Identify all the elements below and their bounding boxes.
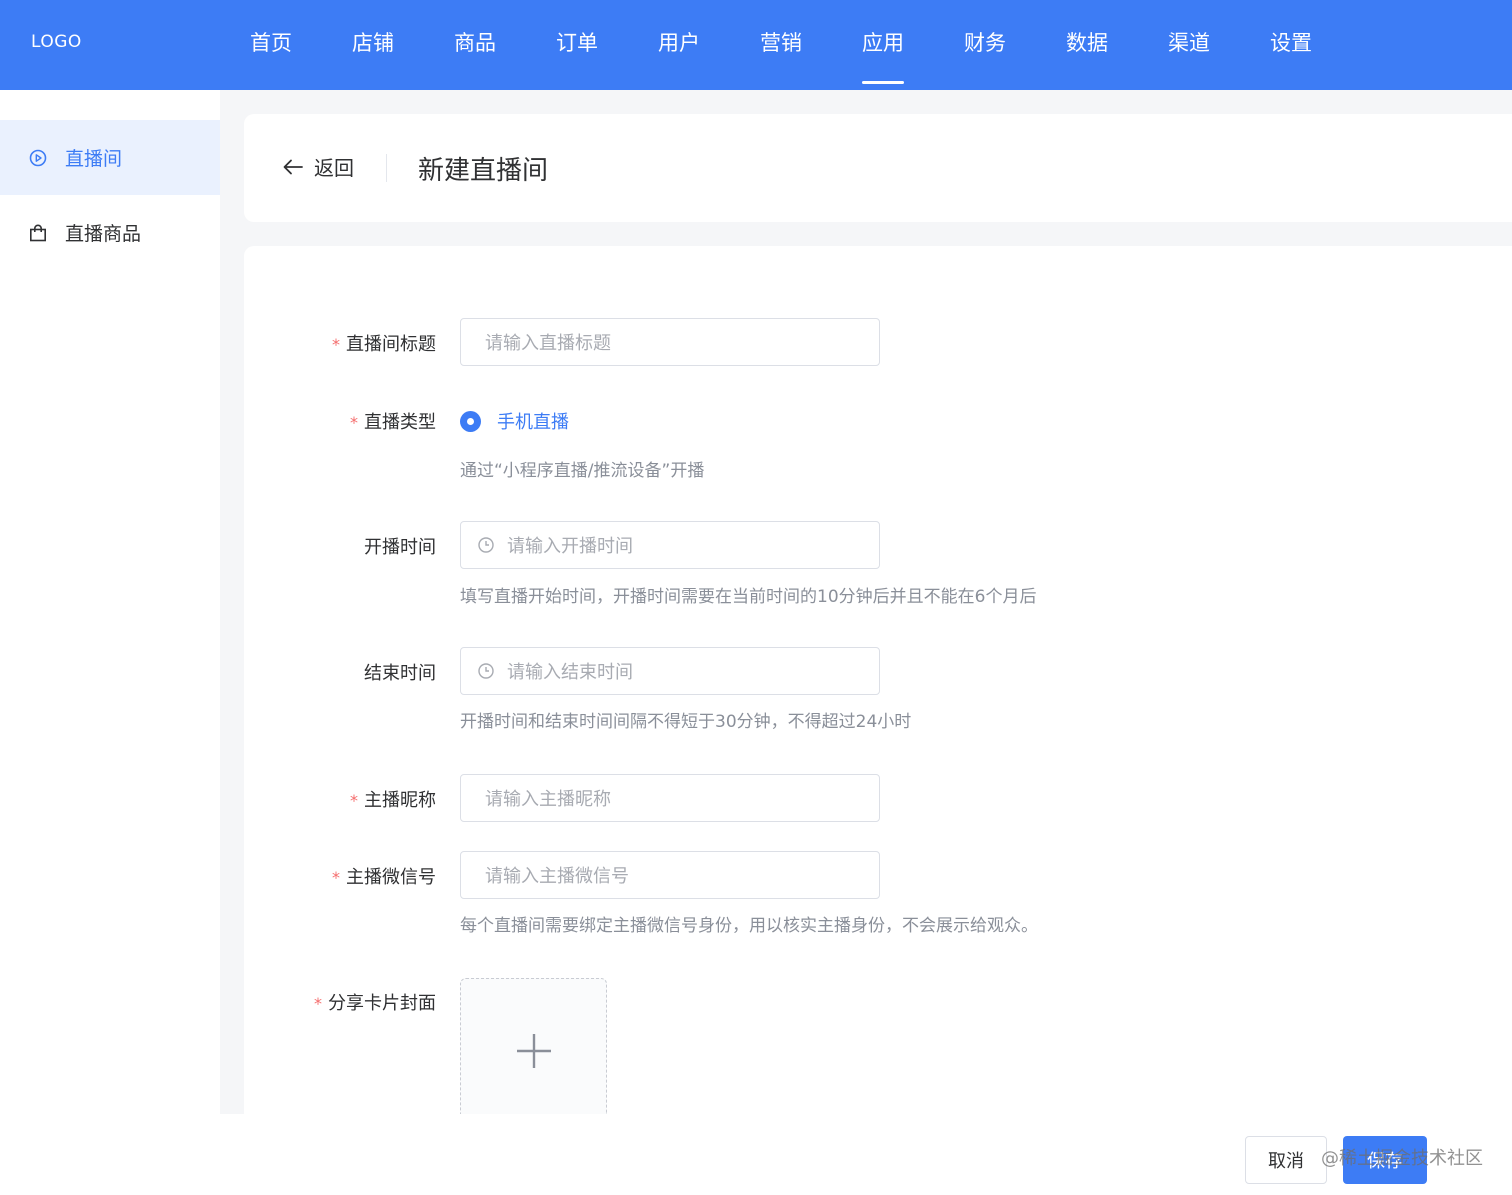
required-mark: * xyxy=(332,335,340,354)
start-time-label: 开播时间 xyxy=(364,537,436,558)
end-time-input[interactable]: 请输入结束时间 xyxy=(460,647,880,695)
form-footer: 取消 保存 @稀土掘金技术社区 xyxy=(0,1114,1512,1195)
end-time-hint: 开播时间和结束时间间隔不得短于30分钟，不得超过24小时 xyxy=(460,712,912,732)
nav-item-channels[interactable]: 渠道 xyxy=(1138,0,1240,90)
required-mark: * xyxy=(350,791,358,810)
share-cover-label: * 分享卡片封面 xyxy=(314,993,436,1014)
required-mark: * xyxy=(350,413,358,432)
anchor-wechat-placeholder: 请输入主播微信号 xyxy=(485,866,629,887)
required-mark: * xyxy=(332,868,340,887)
play-circle-icon xyxy=(28,148,48,168)
nav-item-store[interactable]: 店铺 xyxy=(322,0,424,90)
sidebar-item-label: 直播间 xyxy=(65,148,123,170)
sidebar-item-live-products[interactable]: 直播商品 xyxy=(0,195,220,270)
live-type-radio-mobile[interactable]: 手机直播 xyxy=(460,408,569,434)
nav-item-orders[interactable]: 订单 xyxy=(526,0,628,90)
live-room-form: * 直播间标题 请输入直播标题 * 直播类型 手机直播 通过“小程序直播/推流设备”… xyxy=(244,246,1512,1114)
room-title-input[interactable]: 请输入直播标题 xyxy=(460,318,880,366)
logo: LOGO xyxy=(31,32,82,52)
start-time-placeholder: 请输入开播时间 xyxy=(507,536,633,557)
end-time-label: 结束时间 xyxy=(364,663,436,684)
live-type-label: * 直播类型 xyxy=(350,412,436,433)
nav-item-home[interactable]: 首页 xyxy=(220,0,322,90)
anchor-wechat-hint: 每个直播间需要绑定主播微信号身份，用以核实主播身份，不会展示给观众。 xyxy=(460,916,1038,936)
end-time-placeholder: 请输入结束时间 xyxy=(507,662,633,683)
back-label: 返回 xyxy=(314,156,354,180)
start-time-input[interactable]: 请输入开播时间 xyxy=(460,521,880,569)
live-type-hint: 通过“小程序直播/推流设备”开播 xyxy=(460,461,705,481)
clock-icon xyxy=(477,662,495,680)
anchor-nickname-label: * 主播昵称 xyxy=(350,790,436,811)
live-type-option-label: 手机直播 xyxy=(497,412,569,433)
nav-item-settings[interactable]: 设置 xyxy=(1240,0,1342,90)
top-nav-bar: LOGO 首页 店铺 商品 订单 用户 营销 应用 财务 数据 渠道 设置 xyxy=(0,0,1512,90)
arrow-left-icon xyxy=(283,159,303,174)
nav-item-marketing[interactable]: 营销 xyxy=(730,0,832,90)
room-title-label: * 直播间标题 xyxy=(332,334,436,355)
room-title-placeholder: 请输入直播标题 xyxy=(485,333,611,354)
share-cover-upload[interactable] xyxy=(460,978,607,1114)
page-title: 新建直播间 xyxy=(418,156,549,186)
save-button[interactable]: 保存 xyxy=(1343,1136,1427,1184)
nav-item-finance[interactable]: 财务 xyxy=(934,0,1036,90)
page-header: 返回 新建直播间 xyxy=(244,114,1512,222)
main-nav: 首页 店铺 商品 订单 用户 营销 应用 财务 数据 渠道 设置 xyxy=(220,0,1342,90)
shopping-bag-icon xyxy=(28,223,48,243)
start-time-hint: 填写直播开始时间，开播时间需要在当前时间的10分钟后并且不能在6个月后 xyxy=(460,587,1037,607)
anchor-wechat-input[interactable]: 请输入主播微信号 xyxy=(460,851,880,899)
cancel-button[interactable]: 取消 xyxy=(1245,1136,1327,1184)
radio-selected-icon xyxy=(460,410,481,432)
sidebar: 直播间 直播商品 xyxy=(0,90,220,1114)
required-mark: * xyxy=(314,994,322,1013)
header-divider xyxy=(386,154,387,182)
anchor-wechat-label: * 主播微信号 xyxy=(332,867,436,888)
nav-item-apps[interactable]: 应用 xyxy=(832,0,934,90)
sidebar-item-live-room[interactable]: 直播间 xyxy=(0,120,220,195)
plus-icon xyxy=(517,1034,551,1068)
sidebar-item-label: 直播商品 xyxy=(65,223,142,245)
anchor-nickname-placeholder: 请输入主播昵称 xyxy=(485,789,611,810)
nav-item-products[interactable]: 商品 xyxy=(424,0,526,90)
back-button[interactable]: 返回 xyxy=(282,152,354,181)
nav-item-users[interactable]: 用户 xyxy=(628,0,730,90)
anchor-nickname-input[interactable]: 请输入主播昵称 xyxy=(460,774,880,822)
nav-item-data[interactable]: 数据 xyxy=(1036,0,1138,90)
clock-icon xyxy=(477,536,495,554)
